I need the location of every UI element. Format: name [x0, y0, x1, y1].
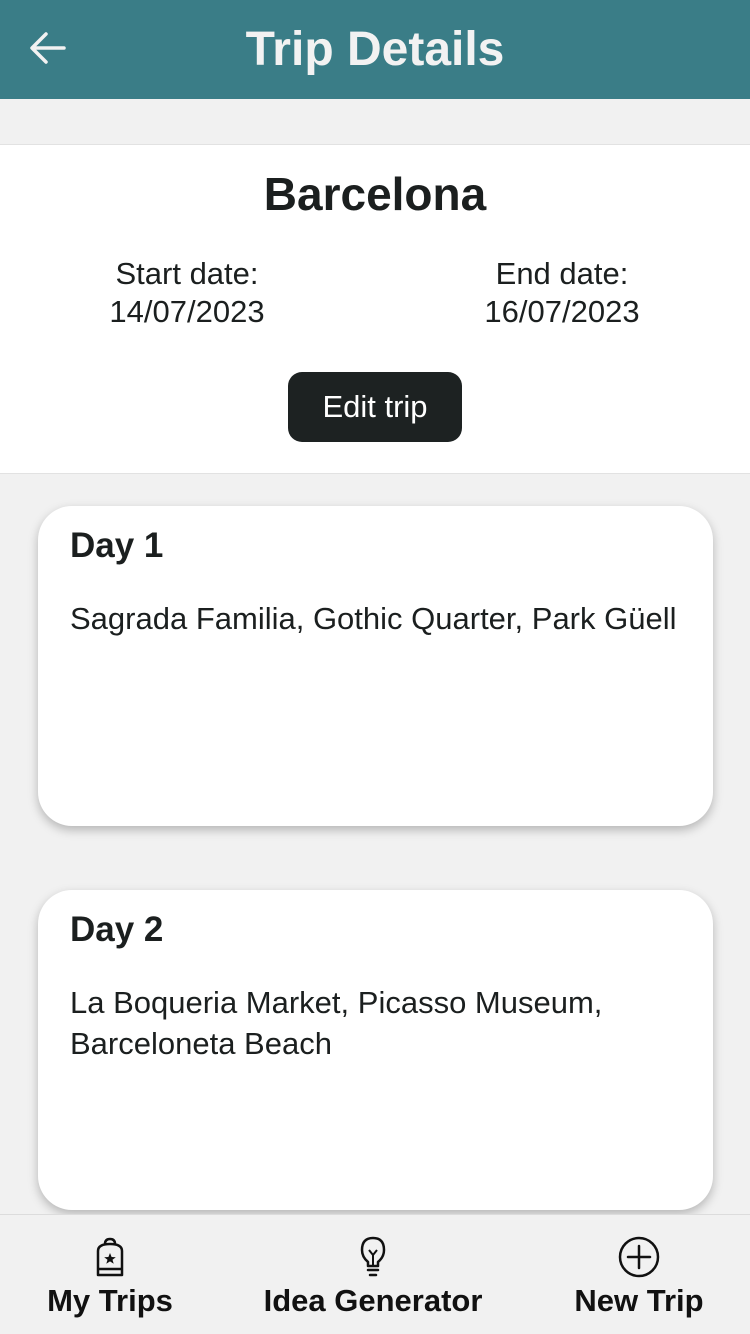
- day-activities: La Boqueria Market, Picasso Museum, Barc…: [70, 985, 603, 1061]
- nav-label-new-trip: New Trip: [574, 1283, 704, 1318]
- bottom-navigation: My Trips Idea Generator New Trip: [0, 1214, 750, 1334]
- day-card[interactable]: Day 2 La Boqueria Market, Picasso Museum…: [38, 890, 713, 1210]
- day-title: Day 1: [70, 526, 164, 565]
- edit-trip-button[interactable]: Edit trip: [288, 372, 462, 442]
- lightbulb-icon: [360, 1236, 386, 1277]
- start-date-value: 14/07/2023: [109, 294, 265, 329]
- day-card[interactable]: Day 1 Sagrada Familia, Gothic Quarter, P…: [38, 506, 713, 826]
- end-date-value: 16/07/2023: [484, 294, 640, 329]
- backpack-icon: [96, 1237, 124, 1277]
- day-title: Day 2: [70, 910, 164, 949]
- start-date-block: Start date: 14/07/2023: [57, 255, 317, 331]
- trip-summary: Barcelona Start date: 14/07/2023 End dat…: [0, 144, 750, 474]
- end-date-block: End date: 16/07/2023: [432, 255, 692, 331]
- nav-item-idea-generator[interactable]: Idea Generator: [250, 1215, 496, 1334]
- page-title: Trip Details: [245, 23, 505, 76]
- nav-item-my-trips[interactable]: My Trips: [30, 1215, 190, 1334]
- nav-label-my-trips: My Trips: [47, 1283, 173, 1318]
- nav-label-idea-generator: Idea Generator: [263, 1283, 483, 1318]
- trip-name: Barcelona: [263, 168, 487, 220]
- end-date-label: End date:: [495, 256, 629, 291]
- nav-item-new-trip[interactable]: New Trip: [560, 1215, 718, 1334]
- start-date-label: Start date:: [115, 256, 259, 291]
- day-activities: Sagrada Familia, Gothic Quarter, Park Gü…: [70, 601, 677, 636]
- app-header: Trip Details: [0, 0, 750, 99]
- plus-circle-icon: [618, 1236, 660, 1278]
- trip-details-screen: Trip Details Barcelona Start date: 14/07…: [0, 0, 750, 1334]
